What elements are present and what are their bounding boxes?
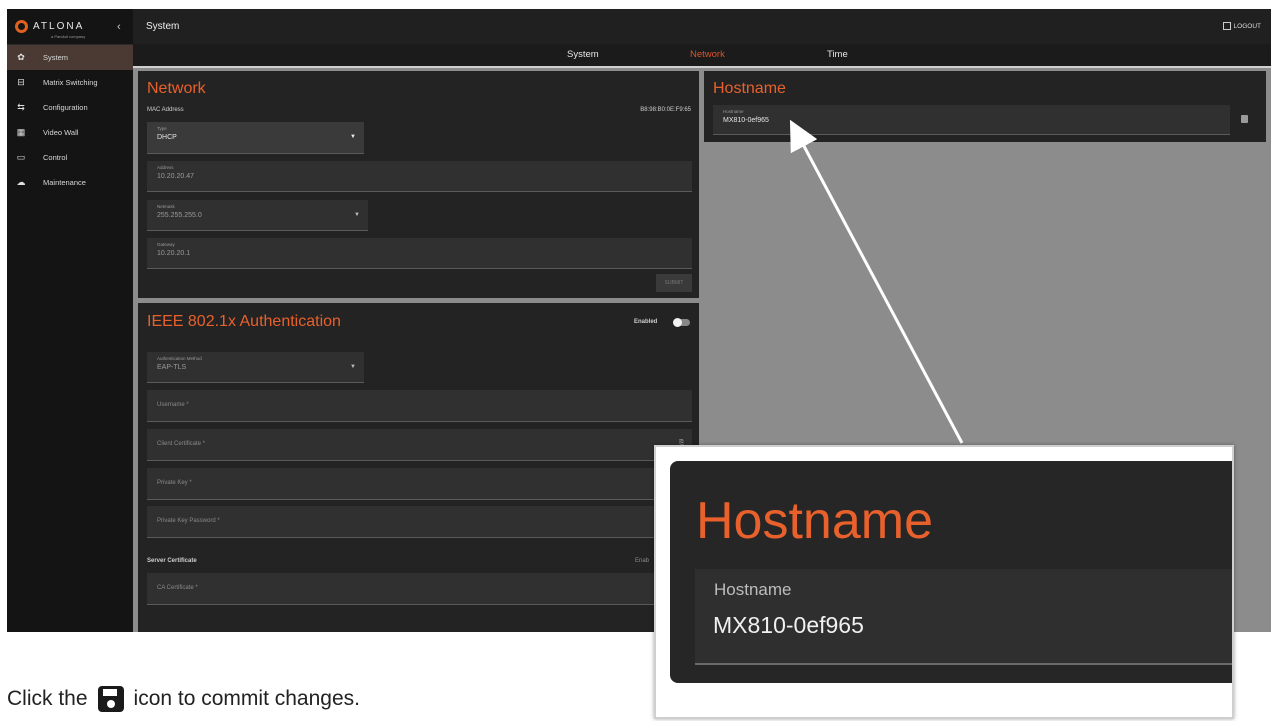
caption-after: icon to commit changes. <box>133 687 360 710</box>
zoom-callout: Hostname Hostname MX810-0ef965 <box>654 445 1234 719</box>
zoom-hostname-field: Hostname MX810-0ef965 <box>695 569 1232 665</box>
zoom-hostname-value: MX810-0ef965 <box>713 612 864 638</box>
save-icon <box>97 686 124 712</box>
zoom-hostname-panel: Hostname Hostname MX810-0ef965 <box>670 461 1232 683</box>
caption-before: Click the <box>7 687 88 710</box>
instruction-caption: Click the icon to commit changes. <box>7 686 360 712</box>
zoom-hostname-label: Hostname <box>714 580 792 599</box>
zoom-hostname-title: Hostname <box>696 492 933 550</box>
